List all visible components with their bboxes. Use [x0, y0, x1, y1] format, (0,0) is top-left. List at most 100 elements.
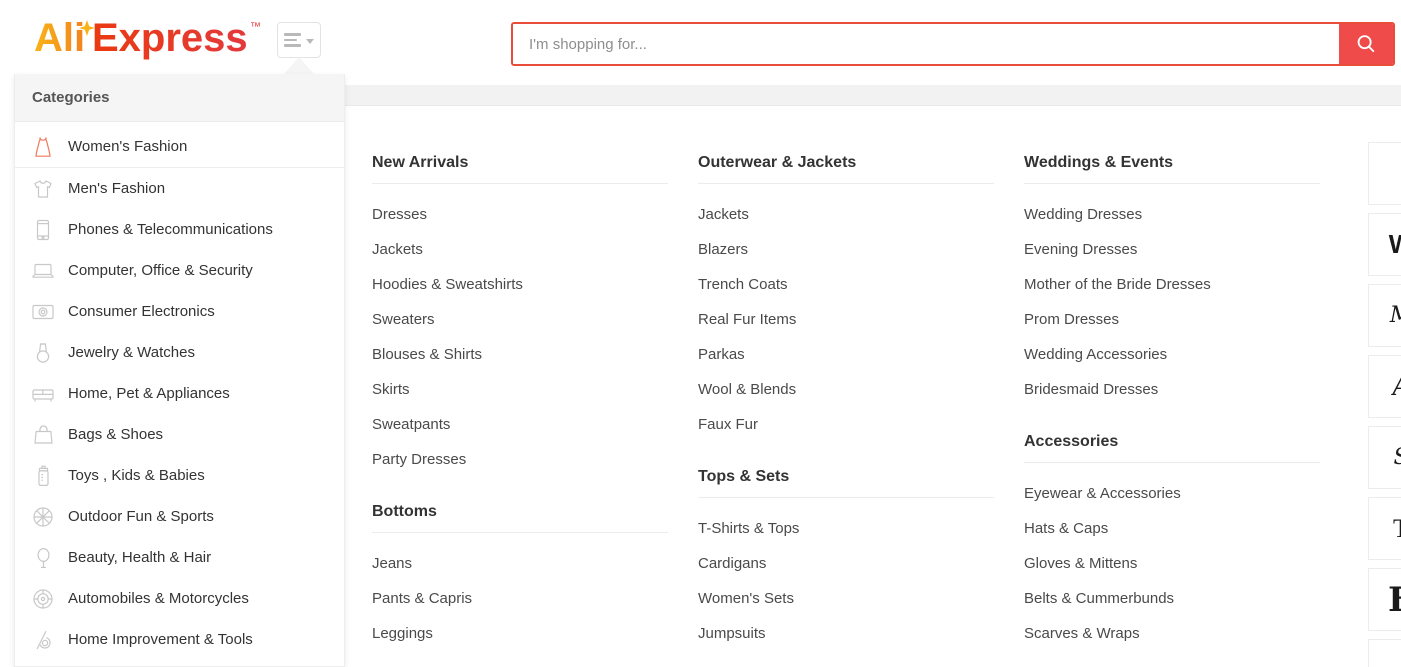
brand-card[interactable]: E: [1368, 568, 1401, 631]
mega-link[interactable]: Jumpsuits: [698, 616, 994, 651]
hamburger-icon: [284, 33, 301, 47]
search-input[interactable]: [513, 24, 1339, 64]
mega-link[interactable]: Faux Fur: [698, 407, 994, 442]
sidebar-item-consumer-electronics[interactable]: Consumer Electronics: [15, 291, 344, 332]
mega-link[interactable]: Blouses & Shirts: [372, 337, 668, 372]
mega-link[interactable]: Wedding Dresses: [1024, 197, 1320, 232]
secondary-nav-strip: [345, 85, 1401, 106]
sidebar-item-jewelry-watches[interactable]: Jewelry & Watches: [15, 332, 344, 373]
handbag-icon: [31, 423, 55, 447]
search-bar: [511, 22, 1395, 66]
mega-link[interactable]: Wedding Accessories: [1024, 337, 1320, 372]
mega-link[interactable]: Gloves & Mittens: [1024, 546, 1320, 581]
brand-card-text: A: [1392, 372, 1401, 402]
sidebar-item-mens-fashion[interactable]: Men's Fashion: [15, 168, 344, 209]
mega-link[interactable]: Sweaters: [372, 302, 668, 337]
mega-link[interactable]: Real Fur Items: [698, 302, 994, 337]
camera-icon: [31, 300, 55, 324]
wheel-icon: [31, 587, 55, 611]
svg-text:™: ™: [250, 21, 261, 33]
group-title: Tops & Sets: [698, 468, 994, 497]
brand-card[interactable]: A: [1368, 355, 1401, 418]
group-divider: [1024, 183, 1320, 184]
mega-link[interactable]: Leggings: [372, 616, 668, 651]
brand-card[interactable]: [1368, 639, 1401, 667]
mega-link[interactable]: Parkas: [698, 337, 994, 372]
group-title: New Arrivals: [372, 154, 668, 183]
sidebar-item-beauty-health-hair[interactable]: Beauty, Health & Hair: [15, 537, 344, 578]
mega-menu-panel: New Arrivals Dresses Jackets Hoodies & S…: [345, 106, 1401, 667]
laptop-icon: [31, 259, 55, 283]
mega-link[interactable]: Jackets: [372, 232, 668, 267]
all-categories-hamburger-button[interactable]: [277, 22, 321, 58]
sidebar-item-label: Consumer Electronics: [68, 303, 215, 320]
mega-link[interactable]: Hats & Caps: [1024, 511, 1320, 546]
group-divider: [372, 532, 668, 533]
mega-link[interactable]: Dresses: [372, 197, 668, 232]
brand-card[interactable]: W: [1368, 213, 1401, 276]
mega-link[interactable]: Bridesmaid Dresses: [1024, 372, 1320, 407]
mega-link[interactable]: Eyewear & Accessories: [1024, 476, 1320, 511]
mega-menu-column-2: Outerwear & Jackets Jackets Blazers Tren…: [698, 154, 1024, 651]
group-title: Weddings & Events: [1024, 154, 1320, 183]
sidebar-item-phones-telecommunications[interactable]: Phones & Telecommunications: [15, 209, 344, 250]
ring-icon: [31, 341, 55, 365]
sidebar-item-label: Home Improvement & Tools: [68, 631, 253, 648]
mega-link[interactable]: Jackets: [698, 197, 994, 232]
sidebar-item-label: Computer, Office & Security: [68, 262, 253, 279]
svg-text:Ali: Ali: [34, 18, 85, 60]
sidebar-item-home-improvement-tools[interactable]: Home Improvement & Tools: [15, 619, 344, 660]
sidebar-item-home-pet-appliances[interactable]: Home, Pet & Appliances: [15, 373, 344, 414]
mega-link[interactable]: T-Shirts & Tops: [698, 511, 994, 546]
mega-link[interactable]: Wool & Blends: [698, 372, 994, 407]
brand-card-text: S: [1393, 445, 1401, 470]
mega-link[interactable]: Prom Dresses: [1024, 302, 1320, 337]
mega-link[interactable]: Party Dresses: [372, 442, 668, 477]
brand-card[interactable]: M: [1368, 284, 1401, 347]
mega-link[interactable]: Pants & Capris: [372, 581, 668, 616]
brand-card-text: E: [1388, 580, 1401, 620]
mega-link[interactable]: Mother of the Bride Dresses: [1024, 267, 1320, 302]
mega-link[interactable]: Evening Dresses: [1024, 232, 1320, 267]
sidebar-item-toys-kids-babies[interactable]: Toys , Kids & Babies: [15, 455, 344, 496]
sidebar-item-label: Bags & Shoes: [68, 426, 163, 443]
brand-card[interactable]: S: [1368, 426, 1401, 489]
drill-icon: [31, 628, 55, 652]
sidebar-item-computer-office-security[interactable]: Computer, Office & Security: [15, 250, 344, 291]
mega-link[interactable]: Jeans: [372, 546, 668, 581]
aliexpress-logo[interactable]: Ali Express ™: [34, 18, 274, 58]
group-divider: [1024, 462, 1320, 463]
sidebar-item-bags-shoes[interactable]: Bags & Shoes: [15, 414, 344, 455]
mega-link[interactable]: Scarves & Wraps: [1024, 616, 1320, 651]
sidebar-item-label: Home, Pet & Appliances: [68, 385, 230, 402]
mega-link[interactable]: Skirts: [372, 372, 668, 407]
mega-link[interactable]: Sweatpants: [372, 407, 668, 442]
categories-list: Women's Fashion Men's Fashion: [15, 122, 344, 660]
basketball-icon: [31, 505, 55, 529]
brand-card[interactable]: T: [1368, 497, 1401, 560]
mega-link[interactable]: Belts & Cummerbunds: [1024, 581, 1320, 616]
group-title: Accessories: [1024, 433, 1320, 462]
mirror-icon: [31, 546, 55, 570]
categories-panel-header: Categories: [15, 74, 344, 122]
group-title: Bottoms: [372, 503, 668, 532]
sidebar-item-outdoor-fun-sports[interactable]: Outdoor Fun & Sports: [15, 496, 344, 537]
chevron-down-icon: [306, 39, 314, 44]
sofa-icon: [31, 382, 55, 406]
brand-card[interactable]: [1368, 142, 1401, 205]
categories-title: Categories: [32, 89, 110, 106]
page-root: Ali Express ™: [0, 0, 1401, 667]
brand-card-text: M: [1390, 303, 1401, 328]
mega-link[interactable]: Cardigans: [698, 546, 994, 581]
mega-menu-column-3: Weddings & Events Wedding Dresses Evenin…: [1024, 154, 1350, 651]
search-button[interactable]: [1339, 24, 1393, 64]
mega-link[interactable]: Hoodies & Sweatshirts: [372, 267, 668, 302]
sidebar-item-label: Beauty, Health & Hair: [68, 549, 211, 566]
sidebar-item-womens-fashion[interactable]: Women's Fashion: [15, 126, 344, 167]
svg-text:Express: Express: [92, 18, 248, 60]
mega-link[interactable]: Trench Coats: [698, 267, 994, 302]
sidebar-item-automobiles-motorcycles[interactable]: Automobiles & Motorcycles: [15, 578, 344, 619]
mega-link[interactable]: Women's Sets: [698, 581, 994, 616]
mega-link[interactable]: Blazers: [698, 232, 994, 267]
sidebar-item-label: Jewelry & Watches: [68, 344, 195, 361]
